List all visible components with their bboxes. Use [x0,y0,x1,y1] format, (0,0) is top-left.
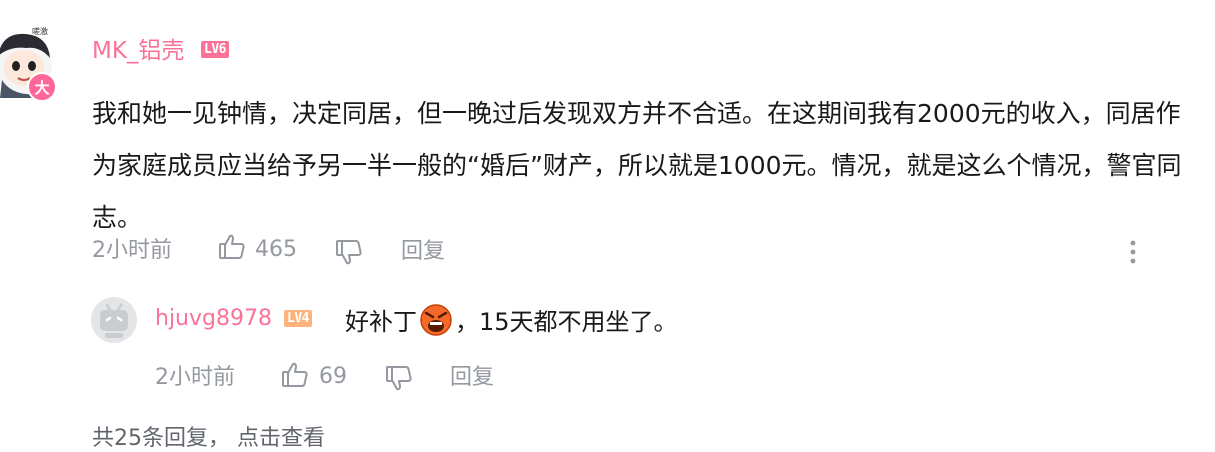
like-count: 465 [255,237,297,262]
comment-time: 2小时前 [92,238,172,263]
reply-text: 好补丁 ，15天都不用坐了。 [345,303,678,340]
like-icon[interactable] [218,233,246,265]
level-badge: LV6 [201,41,229,58]
reply-text-part: 好补丁 [345,308,417,336]
replies-footer: 共25条回复， 点击查看 [92,420,325,452]
reply-text-part: ，15天都不用坐了。 [455,308,678,336]
comment-text: 我和她一见钟情，决定同居，但一晚过后发现双方并不合适。在这期间我有2000元的收… [92,99,1182,232]
level-badge: LV4 [284,310,312,327]
reply-avatar[interactable] [91,297,137,343]
reply-button[interactable]: 回复 [401,241,445,263]
dislike-icon[interactable] [385,364,413,396]
reply-button[interactable]: 回复 [450,367,494,389]
angry-face-emoji [419,303,453,337]
dislike-icon[interactable] [335,238,363,270]
avatar-badge: 大 [27,72,57,102]
like-count: 69 [319,364,347,389]
more-icon[interactable] [1126,238,1140,268]
like-icon[interactable] [281,361,309,393]
comment-username[interactable]: MK_铝壳 [92,40,184,63]
view-replies-link[interactable]: 点击查看 [237,426,325,451]
reply-username[interactable]: hjuvg8978 [155,308,272,330]
reply-time: 2小时前 [155,365,235,390]
svg-text:嗟激: 嗟激 [32,26,48,36]
replies-summary: 共25条回复， [92,426,230,451]
